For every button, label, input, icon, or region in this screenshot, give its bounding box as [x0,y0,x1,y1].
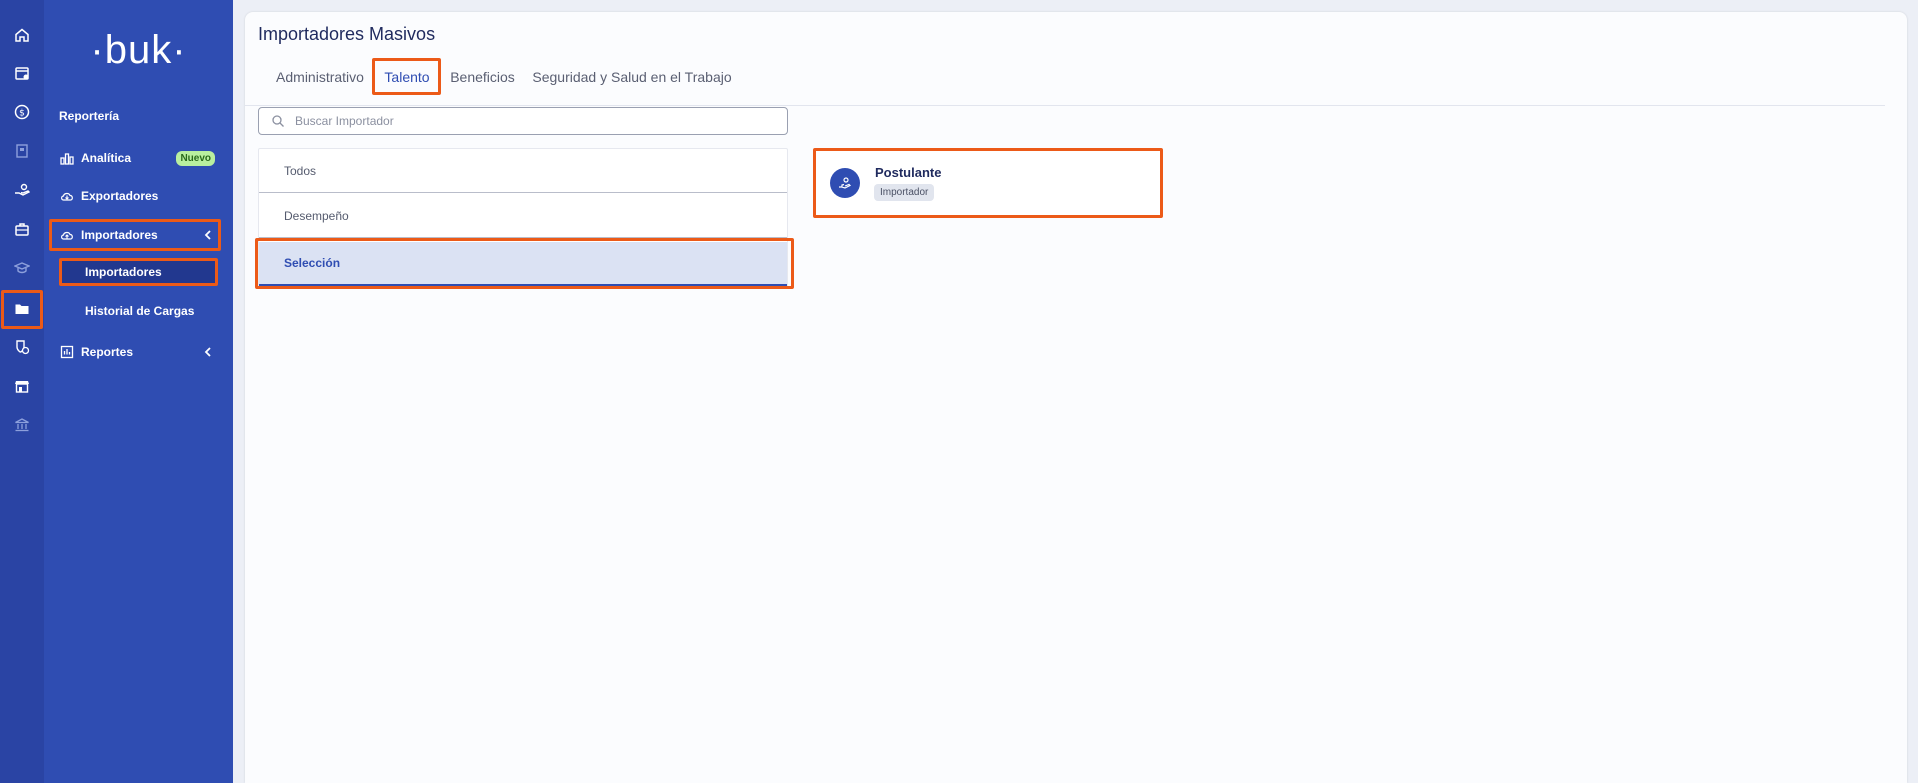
dollar-icon[interactable]: $ [12,102,32,122]
search-icon [272,115,284,127]
chevron-left-icon[interactable] [202,227,214,243]
active-rail-highlight [1,290,43,329]
sidebar: ·buk· Reportería Analítica Nuevo Exporta… [44,0,233,783]
store-icon[interactable] [12,376,32,396]
category-desempeno[interactable]: Desempeño [259,194,787,238]
card-title: Postulante [875,165,942,180]
svg-text:$: $ [19,109,25,119]
main-panel: Importadores Masivos Administrativo Tale… [245,12,1907,783]
seleccion-highlight [255,238,794,289]
icon-rail: $ [0,0,44,783]
sidebar-item-analitica[interactable]: Analítica Nuevo [59,146,224,170]
category-todos[interactable]: Todos [259,149,787,193]
sidebar-item-label: Importadores [81,228,158,242]
sidebar-item-label: Reportes [81,345,134,359]
hand-money-icon[interactable] [12,180,32,200]
sidebar-item-reportes[interactable]: Reportes [59,340,224,364]
sidebar-item-label: Exportadores [81,189,159,203]
tab-administrativo[interactable]: Administrativo [268,59,372,95]
sidebar-item-label: Analítica [81,151,132,165]
page-title: Importadores Masivos [258,24,436,44]
report-icon [59,344,75,360]
building-icon[interactable] [12,141,32,161]
importer-card-postulante[interactable]: Postulante Importador [813,148,1163,218]
search-input[interactable] [295,114,765,128]
bank-icon[interactable] [12,415,32,435]
hand-user-icon [830,168,860,198]
sub-item-historial-de-cargas[interactable]: Historial de Cargas [85,300,235,322]
calendar-icon[interactable] [12,63,32,83]
search-box[interactable] [258,107,788,135]
section-title-reporteria: Reportería [59,109,120,123]
briefcase-icon[interactable] [12,219,32,239]
shield-clock-icon[interactable] [12,337,32,357]
cloud-download-icon [59,188,75,204]
new-badge: Nuevo [176,151,215,166]
sidebar-item-importadores[interactable]: Importadores [59,223,224,247]
cloud-upload-icon [59,227,75,243]
chevron-left-icon[interactable] [202,344,214,360]
graduation-icon[interactable] [12,258,32,278]
tab-beneficios[interactable]: Beneficios [444,59,521,95]
tab-bar: Administrativo Talento Beneficios Seguri… [245,59,1885,106]
card-tag: Importador [874,184,935,201]
sub-item-importadores[interactable]: Importadores [85,261,235,283]
chart-icon [59,150,75,166]
tab-seguridad-y-salud[interactable]: Seguridad y Salud en el Trabajo [526,59,738,95]
sidebar-item-exportadores[interactable]: Exportadores [59,184,224,208]
talento-tab-highlight [372,58,441,95]
home-icon[interactable] [12,25,32,45]
buk-logo[interactable]: ·buk· [44,26,233,74]
